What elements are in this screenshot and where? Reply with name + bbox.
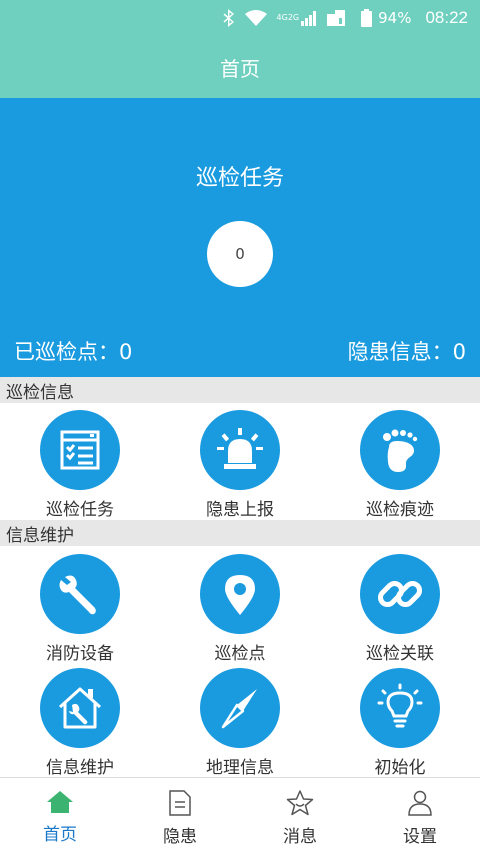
hero-title: 巡检任务	[195, 166, 284, 191]
nav-label: 隐患	[163, 827, 197, 847]
signal-icon	[301, 10, 317, 26]
status-bar: 4G 2G 94% 08:22	[0, 0, 480, 36]
nav-item-home[interactable]: 首页	[0, 778, 120, 853]
footprint-icon	[360, 410, 440, 490]
app-header: 首页	[0, 36, 480, 98]
nav-label: 首页	[43, 825, 77, 845]
grid-item-info-maintenance[interactable]: 信息维护	[0, 668, 160, 786]
bluetooth-icon	[223, 9, 235, 27]
hazard-info-stat: 隐患信息：0	[347, 340, 466, 364]
grid-item-fire-equipment[interactable]: 消防设备	[0, 554, 160, 672]
grid-item-initialize[interactable]: 初始化	[320, 668, 480, 786]
house-wrench-icon	[40, 668, 120, 748]
battery-icon	[361, 9, 373, 27]
page-title: 首页	[220, 56, 260, 81]
section-header-inspection: 巡检信息	[0, 377, 480, 403]
grid-label: 信息维护	[46, 758, 114, 778]
inspected-points-stat: 已巡检点：0	[14, 340, 133, 364]
grid-label: 地理信息	[206, 758, 274, 778]
task-list-icon	[40, 410, 120, 490]
grid-label: 初始化	[374, 758, 426, 778]
grid-label: 隐患上报	[206, 500, 274, 520]
grid-label: 巡检关联	[366, 644, 434, 664]
grid-label: 巡检点	[214, 644, 266, 664]
grid-label: 巡检任务	[46, 500, 114, 520]
compass-icon	[200, 668, 280, 748]
grid-item-geo-info[interactable]: 地理信息	[160, 668, 320, 786]
clock: 08:22	[425, 8, 468, 27]
location-pin-icon	[200, 554, 280, 634]
grid-label: 消防设备	[46, 644, 114, 664]
task-count-button[interactable]: 0	[207, 221, 273, 287]
document-icon	[168, 790, 192, 820]
nav-item-settings[interactable]: 设置	[360, 778, 480, 853]
grid-item-inspection-trace[interactable]: 巡检痕迹	[320, 410, 480, 528]
bottom-nav: 首页 隐患 消息 设置	[0, 777, 480, 853]
lightbulb-icon	[360, 668, 440, 748]
battery-percent: 94%	[378, 9, 412, 27]
wifi-icon	[244, 10, 267, 26]
sim-icon	[327, 10, 346, 26]
star-icon	[286, 790, 314, 820]
person-icon	[407, 790, 433, 820]
grid-label: 巡检痕迹	[366, 500, 434, 520]
nav-item-hazard[interactable]: 隐患	[120, 778, 240, 853]
grid-item-inspection-link[interactable]: 巡检关联	[320, 554, 480, 672]
network-type-indicator: 4G 2G	[276, 13, 300, 22]
link-icon	[360, 554, 440, 634]
alarm-light-icon	[200, 410, 280, 490]
nav-label: 消息	[283, 827, 317, 847]
home-icon	[46, 790, 74, 818]
nav-item-messages[interactable]: 消息	[240, 778, 360, 853]
grid-item-inspection-task[interactable]: 巡检任务	[0, 410, 160, 528]
section-header-maintenance: 信息维护	[0, 520, 480, 546]
hero-panel: 巡检任务 0 已巡检点：0 隐患信息：0	[0, 98, 480, 377]
nav-label: 设置	[403, 827, 437, 847]
grid-item-hazard-report[interactable]: 隐患上报	[160, 410, 320, 528]
grid-item-inspection-point[interactable]: 巡检点	[160, 554, 320, 672]
wrench-icon	[40, 554, 120, 634]
